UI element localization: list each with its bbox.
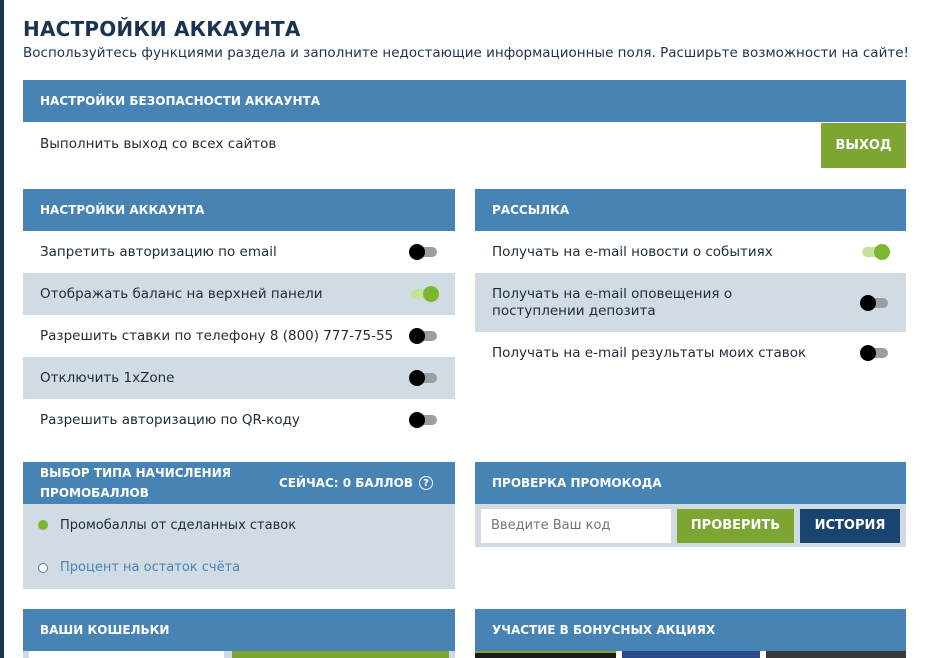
bonus-header: УЧАСТИЕ В БОНУСНЫХ АКЦИЯХ (475, 609, 906, 651)
setting-row-phone-bets: Разрешить ставки по телефону 8 (800) 777… (23, 315, 455, 357)
mailing-panel: РАССЫЛКА Получать на e-mail новости о со… (475, 189, 906, 374)
promo-code-form: ПРОВЕРИТЬ ИСТОРИЯ (475, 504, 906, 547)
toggle-switch[interactable] (862, 244, 890, 260)
toggle-switch[interactable] (860, 345, 888, 361)
promo-points-header: ВЫБОР ТИПА НАЧИСЛЕНИЯ ПРОМОБАЛЛОВ СЕЙЧАС… (23, 462, 455, 504)
toggle-switch[interactable] (409, 328, 437, 344)
wallets-content (23, 651, 455, 658)
bonus-panel: УЧАСТИЕ В БОНУСНЫХ АКЦИЯХ (475, 609, 906, 658)
setting-row-email-auth: Запретить авторизацию по email (23, 231, 455, 273)
security-panel: НАСТРОЙКИ БЕЗОПАСНОСТИ АККАУНТА Выполнит… (23, 80, 906, 169)
radio-selected-icon (38, 520, 48, 530)
toggle-switch[interactable] (860, 294, 888, 311)
promo-option-balance[interactable]: Процент на остаток счёта (23, 546, 455, 589)
mailing-row-deposit: Получать на e-mail оповещения о поступле… (475, 273, 906, 332)
promo-code-panel: ПРОВЕРКА ПРОМОКОДА ПРОВЕРИТЬ ИСТОРИЯ (475, 462, 906, 547)
bonus-card[interactable] (475, 651, 616, 658)
logout-all-text: Выполнить выход со всех сайтов (40, 135, 277, 152)
wallet-input[interactable] (29, 651, 225, 658)
promo-points-current: СЕЙЧАС: 0 БАЛЛОВ ? (279, 476, 433, 490)
setting-label: Разрешить авторизацию по QR-коду (40, 411, 300, 428)
mailing-row-news: Получать на e-mail новости о событиях (475, 231, 906, 273)
check-promo-button[interactable]: ПРОВЕРИТЬ (677, 508, 794, 543)
promo-points-panel: ВЫБОР ТИПА НАЧИСЛЕНИЯ ПРОМОБАЛЛОВ СЕЙЧАС… (23, 462, 455, 589)
logout-button[interactable]: ВЫХОД (821, 123, 906, 168)
wallets-header: ВАШИ КОШЕЛЬКИ (23, 609, 455, 651)
left-edge-bar (0, 0, 4, 658)
promo-option-bets[interactable]: Промобаллы от сделанных ставок (23, 504, 455, 546)
bonus-card[interactable] (766, 651, 906, 658)
page-subtitle: Воспользуйтесь функциями раздела и запол… (23, 45, 909, 61)
account-settings-header: НАСТРОЙКИ АККАУНТА (23, 189, 455, 231)
setting-row-balance: Отображать баланс на верхней панели (23, 273, 455, 315)
toggle-switch[interactable] (409, 412, 437, 428)
toggle-switch[interactable] (409, 370, 437, 386)
help-icon[interactable]: ? (419, 476, 433, 490)
mailing-header: РАССЫЛКА (475, 189, 906, 231)
toggle-switch[interactable] (409, 244, 437, 260)
promo-code-header: ПРОВЕРКА ПРОМОКОДА (475, 462, 906, 504)
promo-points-balance: СЕЙЧАС: 0 БАЛЛОВ (278, 476, 413, 490)
toggle-switch[interactable] (411, 286, 439, 302)
setting-label: Отображать баланс на верхней панели (40, 285, 323, 302)
promo-history-button[interactable]: ИСТОРИЯ (800, 508, 900, 543)
security-header: НАСТРОЙКИ БЕЗОПАСНОСТИ АККАУНТА (23, 80, 906, 122)
bonus-cards (475, 651, 906, 658)
promo-option-label: Процент на остаток счёта (60, 560, 241, 575)
setting-label: Разрешить ставки по телефону 8 (800) 777… (40, 327, 394, 344)
promo-points-title: ВЫБОР ТИПА НАЧИСЛЕНИЯ ПРОМОБАЛЛОВ (40, 466, 232, 500)
setting-row-1xzone: Отключить 1xZone (23, 357, 455, 399)
promo-points-options: Промобаллы от сделанных ставок Процент н… (23, 504, 455, 589)
setting-label: Отключить 1xZone (40, 369, 175, 386)
promo-code-input[interactable] (481, 508, 671, 543)
mailing-label: Получать на e-mail новости о событиях (492, 243, 773, 260)
page-title: НАСТРОЙКИ АККАУНТА (23, 17, 301, 41)
mailing-label: Получать на e-mail результаты моих ставо… (492, 344, 807, 361)
bonus-card[interactable] (622, 651, 760, 658)
wallet-button[interactable] (232, 651, 449, 658)
promo-option-label: Промобаллы от сделанных ставок (60, 517, 297, 533)
radio-unselected-icon (38, 562, 48, 573)
mailing-label: Получать на e-mail оповещения о поступле… (492, 285, 733, 319)
setting-label: Запретить авторизацию по email (40, 243, 277, 260)
mailing-row-results: Получать на e-mail результаты моих ставо… (475, 332, 906, 374)
wallets-panel: ВАШИ КОШЕЛЬКИ (23, 609, 455, 658)
account-settings-panel: НАСТРОЙКИ АККАУНТА Запретить авторизацию… (23, 189, 455, 441)
setting-row-qr-auth: Разрешить авторизацию по QR-коду (23, 399, 455, 441)
